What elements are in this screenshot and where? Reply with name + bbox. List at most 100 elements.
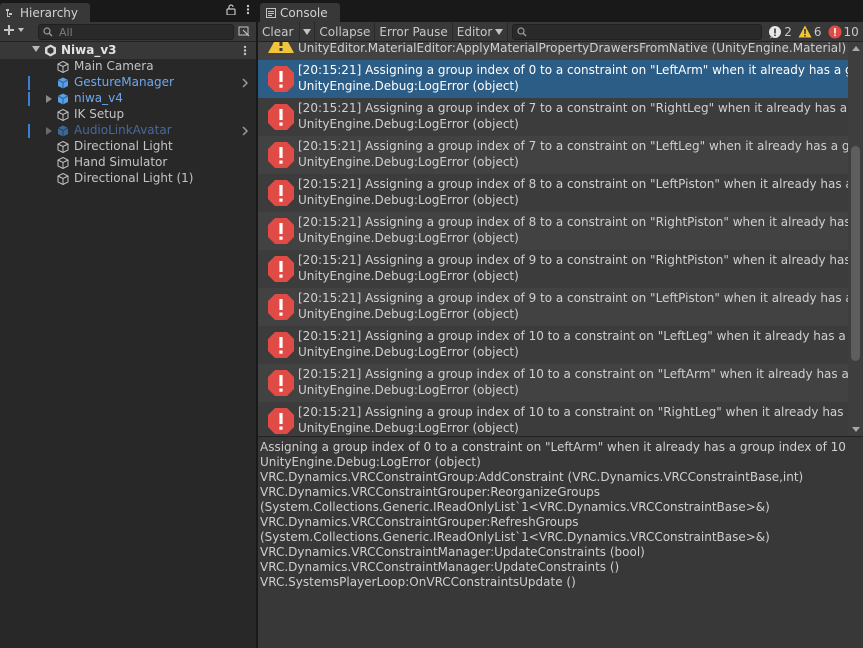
scene-menu-icon[interactable] xyxy=(243,45,247,59)
stack-trace-line: (System.Collections.Generic.IReadOnlyLis… xyxy=(260,530,770,544)
stack-trace-panel[interactable]: Assigning a group index of 0 to a constr… xyxy=(258,436,863,648)
chevron-right-icon[interactable] xyxy=(240,77,250,89)
log-line-2: UnityEngine.Debug:LogError (object) xyxy=(298,269,519,283)
log-list-scrollbar[interactable] xyxy=(848,42,863,436)
error-log-entry[interactable]: [20:15:21] Assigning a group index of 8 … xyxy=(258,212,848,250)
log-line-2: UnityEngine.Debug:LogError (object) xyxy=(298,383,519,397)
fold-open-icon[interactable] xyxy=(32,46,40,52)
console-log-list[interactable]: UnityEditor.MaterialEditor:ApplyMaterial… xyxy=(258,42,848,436)
hierarchy-toolbar: All xyxy=(0,22,256,42)
override-marker xyxy=(28,76,30,90)
clear-options-dropdown[interactable] xyxy=(300,21,316,42)
collapse-button[interactable]: Collapse xyxy=(315,21,376,42)
info-toggle[interactable]: 2 xyxy=(768,25,792,39)
create-button[interactable] xyxy=(3,24,25,36)
warning-toggle[interactable]: 6 xyxy=(798,25,822,39)
error-log-entry[interactable]: [20:15:21] Assigning a group index of 7 … xyxy=(258,136,848,174)
log-line-1: [20:15:21] Assigning a group index of 10… xyxy=(298,367,848,381)
log-line-2: UnityEngine.Debug:LogError (object) xyxy=(298,155,519,169)
scroll-up-arrow-icon[interactable] xyxy=(852,46,860,51)
lock-icon[interactable] xyxy=(226,4,236,18)
hierarchy-item-gesture-manager[interactable]: GestureManager xyxy=(0,75,256,91)
info-count: 2 xyxy=(784,24,792,39)
hierarchy-item-label: Main Camera xyxy=(74,59,154,73)
hierarchy-item-ik-setup[interactable]: IK Setup xyxy=(0,107,256,123)
warning-log-entry[interactable]: UnityEditor.MaterialEditor:ApplyMaterial… xyxy=(258,42,848,60)
error-log-entry[interactable]: [20:15:21] Assigning a group index of 10… xyxy=(258,402,848,436)
console-search-input[interactable] xyxy=(512,23,763,40)
chevron-down-icon xyxy=(303,28,312,35)
plus-icon xyxy=(4,25,14,35)
stack-trace-line: VRC.SystemsPlayerLoop:OnVRCConstraintsUp… xyxy=(260,575,576,589)
chevron-down-icon xyxy=(495,28,504,35)
hierarchy-tab-label: Hierarchy xyxy=(20,5,79,20)
hierarchy-tab-tools xyxy=(226,4,250,18)
fold-closed-icon[interactable] xyxy=(46,127,52,135)
override-marker xyxy=(28,92,30,106)
gameobject-icon xyxy=(57,156,69,170)
tab-hierarchy[interactable]: Hierarchy xyxy=(0,3,90,22)
search-icon xyxy=(43,27,53,37)
scroll-down-arrow-icon[interactable] xyxy=(852,427,860,432)
hierarchy-panel: Hierarchy All Niwa_v3 Main Camera Gestur… xyxy=(0,0,256,648)
console-tab-icon xyxy=(266,7,276,18)
gameobject-icon xyxy=(57,108,69,122)
log-line-1: [20:15:21] Assigning a group index of 7 … xyxy=(298,139,848,153)
log-line-2: UnityEngine.Debug:LogError (object) xyxy=(298,345,519,359)
hierarchy-item-directional-light[interactable]: Directional Light xyxy=(0,139,256,155)
prefab-icon xyxy=(57,93,69,105)
log-line-1: [20:15:21] Assigning a group index of 0 … xyxy=(298,63,848,77)
warning-icon xyxy=(798,25,812,38)
hierarchy-item-label: Hand Simulator xyxy=(74,155,168,169)
error-log-entry[interactable]: [20:15:21] Assigning a group index of 9 … xyxy=(258,288,848,326)
hierarchy-item-label: niwa_v4 xyxy=(74,91,123,105)
error-pause-label: Error Pause xyxy=(379,24,448,39)
error-icon xyxy=(268,142,294,168)
log-line-1: [20:15:21] Assigning a group index of 8 … xyxy=(298,177,848,191)
scrollbar-thumb[interactable] xyxy=(851,146,860,361)
error-log-entry[interactable]: [20:15:21] Assigning a group index of 8 … xyxy=(258,174,848,212)
hierarchy-item-label: Directional Light (1) xyxy=(74,171,194,185)
error-log-entry[interactable]: [20:15:21] Assigning a group index of 10… xyxy=(258,326,848,364)
hierarchy-item-directional-light-1[interactable]: Directional Light (1) xyxy=(0,171,256,187)
kebab-menu-icon[interactable] xyxy=(246,4,250,18)
gameobject-icon xyxy=(57,172,69,186)
editor-dropdown[interactable]: Editor xyxy=(453,21,509,42)
hierarchy-item-label: GestureManager xyxy=(74,75,174,89)
error-icon xyxy=(828,25,842,38)
hierarchy-item-main-camera[interactable]: Main Camera xyxy=(0,59,256,75)
error-icon xyxy=(268,104,294,130)
tab-console[interactable]: Console xyxy=(260,3,340,22)
error-log-entry[interactable]: [20:15:21] Assigning a group index of 0 … xyxy=(258,60,848,98)
clear-button[interactable]: Clear xyxy=(258,21,301,42)
scene-name: Niwa_v3 xyxy=(61,43,117,57)
clear-label: Clear xyxy=(262,24,294,39)
search-options-icon[interactable] xyxy=(238,25,250,40)
hierarchy-search-input[interactable]: All xyxy=(38,24,234,40)
error-icon xyxy=(268,370,294,396)
collapse-label: Collapse xyxy=(319,24,371,39)
fold-closed-icon[interactable] xyxy=(46,95,52,103)
stack-trace-line: (System.Collections.Generic.IReadOnlyLis… xyxy=(260,500,770,514)
hierarchy-item-niwa-v4[interactable]: niwa_v4 xyxy=(0,91,256,107)
error-log-entry[interactable]: [20:15:21] Assigning a group index of 10… xyxy=(258,364,848,402)
error-toggle[interactable]: 10 xyxy=(828,25,859,39)
hierarchy-item-hand-simulator[interactable]: Hand Simulator xyxy=(0,155,256,171)
log-line-1: [20:15:21] Assigning a group index of 7 … xyxy=(298,101,848,115)
search-placeholder: All xyxy=(59,25,73,39)
error-icon xyxy=(268,332,294,358)
chevron-right-icon[interactable] xyxy=(240,125,250,137)
scene-row[interactable]: Niwa_v3 xyxy=(0,42,256,59)
error-log-entry[interactable]: [20:15:21] Assigning a group index of 7 … xyxy=(258,98,848,136)
hierarchy-tab-icon xyxy=(6,8,16,18)
stack-trace-line: VRC.Dynamics.VRCConstraintGrouper:Reorga… xyxy=(260,485,600,499)
console-toolbar: Clear Collapse Error Pause Editor 2 6 10 xyxy=(258,21,863,42)
gameobject-icon xyxy=(57,140,69,154)
hierarchy-item-audiolink-avatar[interactable]: AudioLinkAvatar xyxy=(0,123,256,139)
error-log-entry[interactable]: [20:15:21] Assigning a group index of 9 … xyxy=(258,250,848,288)
stack-trace-line: VRC.Dynamics.VRCConstraintGrouper:Refres… xyxy=(260,515,579,529)
error-count: 10 xyxy=(843,24,859,39)
error-pause-button[interactable]: Error Pause xyxy=(375,21,453,42)
hierarchy-tabstrip: Hierarchy xyxy=(0,0,256,22)
log-line-1: [20:15:21] Assigning a group index of 9 … xyxy=(298,291,848,305)
